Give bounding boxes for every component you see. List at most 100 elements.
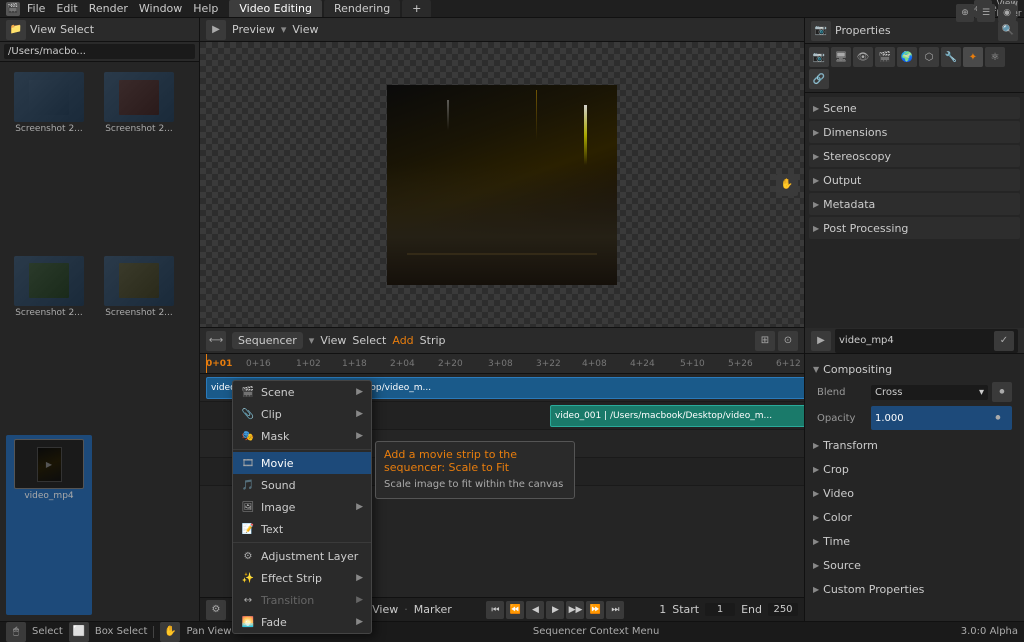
- menu-window[interactable]: Window: [134, 1, 187, 16]
- strip-icon[interactable]: ▶: [811, 331, 831, 351]
- ruler-5: 2+20: [438, 359, 463, 369]
- file-path[interactable]: /Users/macbo...: [4, 44, 195, 59]
- strip-name-field[interactable]: video_mp4 ✓: [835, 329, 1018, 353]
- sequencer-name[interactable]: Sequencer: [232, 332, 303, 349]
- color-header[interactable]: ▶ Color: [809, 506, 1020, 528]
- crop-section: ▶ Crop: [809, 458, 1020, 480]
- prev-frame-btn[interactable]: ◀: [526, 601, 544, 619]
- menu-image[interactable]: 🖼 Image ▶: [233, 496, 371, 518]
- menu-image-label: Image: [261, 501, 295, 514]
- menu-effect-strip[interactable]: ✨ Effect Strip ▶: [233, 567, 371, 589]
- output-section-header[interactable]: ▶ Output: [809, 169, 1020, 191]
- view-label-tl[interactable]: View: [372, 603, 398, 616]
- opacity-value[interactable]: 1.000 ⚫: [871, 406, 1012, 430]
- scene-section-header[interactable]: ▶ Scene: [809, 97, 1020, 119]
- dimensions-section-header[interactable]: ▶ Dimensions: [809, 121, 1020, 143]
- post-processing-header[interactable]: ▶ Post Processing: [809, 217, 1020, 239]
- menu-movie[interactable]: 🎞 Movie: [233, 452, 371, 474]
- tl-view[interactable]: View: [320, 334, 346, 347]
- preview-content: ✋: [200, 42, 804, 327]
- middle-panel: ▶ Preview ▾ View ⊕ ☰ ◉: [200, 18, 804, 621]
- marker-label[interactable]: Marker: [414, 603, 452, 616]
- strip-label-2: video_001 | /Users/macbook/Desktop/video…: [555, 411, 772, 421]
- current-frame-display: 1: [659, 603, 666, 616]
- scene-label: Scene: [823, 102, 857, 115]
- source-section: ▶ Source: [809, 554, 1020, 576]
- crop-header[interactable]: ▶ Crop: [809, 458, 1020, 480]
- transform-header[interactable]: ▶ Transform: [809, 434, 1020, 456]
- compositing-header[interactable]: ▼ Compositing: [809, 358, 1020, 380]
- tl-select[interactable]: Select: [352, 334, 386, 347]
- constraints-props-icon[interactable]: 🔗: [809, 69, 829, 89]
- blend-value[interactable]: Cross ▾: [871, 385, 988, 400]
- object-props-icon[interactable]: ⬡: [919, 47, 939, 67]
- preview-view[interactable]: View: [292, 23, 318, 36]
- menu-render[interactable]: Render: [84, 1, 133, 16]
- blender-icon[interactable]: 🎬: [6, 2, 20, 16]
- playback-mode-icon[interactable]: ⚙: [206, 600, 226, 620]
- render-search-icon[interactable]: 🔍: [998, 21, 1018, 41]
- file-item-video[interactable]: ▶ video_mp4: [6, 435, 92, 615]
- time-header[interactable]: ▶ Time: [809, 530, 1020, 552]
- stereo-section-header[interactable]: ▶ Stereoscopy: [809, 145, 1020, 167]
- source-header[interactable]: ▶ Source: [809, 554, 1020, 576]
- render-icon[interactable]: 📷: [811, 21, 831, 41]
- menu-file[interactable]: File: [22, 1, 50, 16]
- file-item-screenshot4[interactable]: Screenshot 2...: [96, 252, 182, 432]
- video-label: Video: [823, 487, 854, 500]
- view-label[interactable]: View: [30, 23, 56, 36]
- menu-transition[interactable]: ↔ Transition ▶: [233, 589, 371, 597]
- tl-strip[interactable]: Strip: [420, 334, 446, 347]
- modifier-props-icon[interactable]: 🔧: [941, 47, 961, 67]
- metadata-section-header[interactable]: ▶ Metadata: [809, 193, 1020, 215]
- file-item-screenshot2[interactable]: Screenshot 2...: [96, 68, 182, 248]
- sync-icon[interactable]: ⊙: [778, 331, 798, 351]
- prev-keyframe-btn[interactable]: ⏪: [506, 601, 524, 619]
- snap-icon[interactable]: ⊞: [755, 331, 775, 351]
- strip-video-001[interactable]: video_001 | /Users/macbook/Desktop/video…: [550, 405, 804, 427]
- menu-sound[interactable]: 🎵 Sound: [233, 474, 371, 496]
- world-props-icon[interactable]: 🌍: [897, 47, 917, 67]
- next-keyframe-btn[interactable]: ⏩: [586, 601, 604, 619]
- menu-mask[interactable]: 🎭 Mask ▶: [233, 425, 371, 447]
- pan-icon[interactable]: ✋: [776, 174, 798, 196]
- color-label: Color: [823, 511, 852, 524]
- render-props-icon[interactable]: 📷: [809, 47, 829, 67]
- props-icon-row: 📷 🖥 👁 🎬 🌍 ⬡ 🔧 ✦ ⚛ 🔗: [805, 44, 1024, 93]
- video-header[interactable]: ▶ Video: [809, 482, 1020, 504]
- menu-clip[interactable]: 📎 Clip ▶: [233, 403, 371, 425]
- start-frame-input[interactable]: 1: [705, 603, 735, 616]
- play-btn[interactable]: ▶: [546, 601, 564, 619]
- menu-edit[interactable]: Edit: [51, 1, 82, 16]
- tab-video-editing[interactable]: Video Editing: [229, 0, 322, 17]
- opacity-dot[interactable]: ⚫: [988, 408, 1008, 428]
- menu-help[interactable]: Help: [188, 1, 223, 16]
- file-item-screenshot1[interactable]: Screenshot 2...: [6, 68, 92, 248]
- menu-scene[interactable]: 🎬 Scene ▶: [233, 381, 371, 403]
- jump-start-btn[interactable]: ⏮: [486, 601, 504, 619]
- preview-side-controls: ✋: [776, 174, 798, 196]
- alpha-label: 3.0:0 Alpha: [961, 626, 1018, 637]
- tl-add[interactable]: Add: [392, 334, 413, 347]
- preview-area: ▶ Preview ▾ View ⊕ ☰ ◉: [200, 18, 804, 328]
- output-props-icon[interactable]: 🖥: [831, 47, 851, 67]
- scene-props-icon[interactable]: 🎬: [875, 47, 895, 67]
- tab-rendering[interactable]: Rendering: [324, 0, 400, 17]
- context-menu[interactable]: 🎬 Scene ▶ 📎 Clip ▶ 🎭 Mask ▶: [232, 380, 372, 597]
- particles-props-icon[interactable]: ✦: [963, 47, 983, 67]
- strip-check-icon[interactable]: ✓: [994, 331, 1014, 351]
- custom-props-header[interactable]: ▶ Custom Properties: [809, 578, 1020, 600]
- tab-add[interactable]: +: [402, 0, 431, 17]
- view-props-icon[interactable]: 👁: [853, 47, 873, 67]
- end-frame-input[interactable]: 250: [768, 603, 798, 616]
- menu-scene-icon: 🎬: [241, 385, 255, 399]
- menu-text[interactable]: 📝 Text: [233, 518, 371, 540]
- file-item-screenshot3[interactable]: Screenshot 2...: [6, 252, 92, 432]
- menu-adjustment[interactable]: ⚙ Adjustment Layer: [233, 545, 371, 567]
- select-label[interactable]: Select: [60, 23, 94, 36]
- blend-settings-icon[interactable]: ⚫: [992, 382, 1012, 402]
- jump-end-btn[interactable]: ⏭: [606, 601, 624, 619]
- menu-image-icon: 🖼: [241, 500, 255, 514]
- physics-props-icon[interactable]: ⚛: [985, 47, 1005, 67]
- next-frame-btn[interactable]: ▶▶: [566, 601, 584, 619]
